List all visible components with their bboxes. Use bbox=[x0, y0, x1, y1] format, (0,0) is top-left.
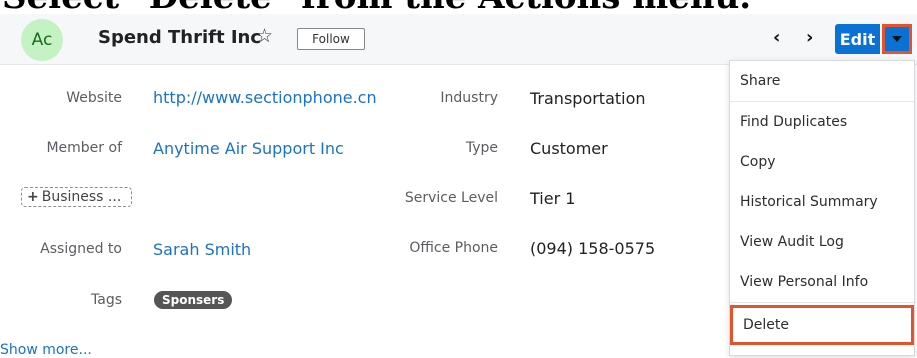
tags-label: Tags bbox=[91, 292, 122, 308]
member-of-link[interactable]: Anytime Air Support Inc bbox=[153, 139, 344, 158]
menu-item-delete[interactable]: Delete bbox=[730, 305, 914, 345]
actions-dropdown-menu: Share Find Duplicates Copy Historical Su… bbox=[729, 60, 915, 356]
add-business-field-button[interactable]: + Business ... bbox=[21, 187, 132, 207]
tag-pill[interactable]: Sponsers bbox=[154, 291, 233, 309]
business-field-label: Business ... bbox=[41, 189, 122, 205]
office-phone-value[interactable]: (094) 158-0575 bbox=[530, 239, 655, 258]
assigned-to-label: Assigned to bbox=[40, 241, 122, 257]
service-level-label: Service Level bbox=[404, 190, 498, 206]
follow-button[interactable]: Follow bbox=[297, 28, 365, 50]
type-value: Customer bbox=[530, 139, 608, 158]
website-link[interactable]: http://www.sectionphone.cn bbox=[153, 88, 377, 107]
member-of-label: Member of bbox=[46, 140, 122, 156]
menu-item-view-personal-info[interactable]: View Personal Info bbox=[730, 262, 914, 302]
star-icon[interactable]: ☆ bbox=[256, 25, 273, 47]
industry-label: Industry bbox=[440, 90, 498, 106]
service-level-value: Tier 1 bbox=[530, 189, 576, 208]
chevron-right-icon[interactable]: › bbox=[806, 27, 813, 48]
plus-icon: + bbox=[27, 189, 39, 205]
menu-divider bbox=[730, 302, 914, 303]
industry-value: Transportation bbox=[530, 89, 646, 108]
website-label: Website bbox=[66, 90, 122, 106]
record-name: Spend Thrift Inc bbox=[98, 27, 262, 48]
edit-button[interactable]: Edit bbox=[835, 24, 880, 54]
menu-item-view-audit-log[interactable]: View Audit Log bbox=[730, 222, 914, 262]
actions-menu-toggle[interactable] bbox=[882, 24, 912, 54]
assigned-to-link[interactable]: Sarah Smith bbox=[153, 240, 251, 259]
menu-item-copy[interactable]: Copy bbox=[730, 142, 914, 182]
office-phone-label: Office Phone bbox=[409, 240, 498, 256]
menu-item-share[interactable]: Share bbox=[730, 61, 914, 101]
avatar: Ac bbox=[21, 19, 63, 61]
type-label: Type bbox=[465, 140, 498, 156]
chevron-left-icon[interactable]: ‹ bbox=[773, 27, 780, 48]
menu-item-find-duplicates[interactable]: Find Duplicates bbox=[730, 102, 914, 142]
caret-down-icon bbox=[892, 36, 902, 42]
record-header: Ac Spend Thrift Inc ☆ Follow ‹ › Edit bbox=[0, 14, 917, 65]
menu-item-historical-summary[interactable]: Historical Summary bbox=[730, 182, 914, 222]
